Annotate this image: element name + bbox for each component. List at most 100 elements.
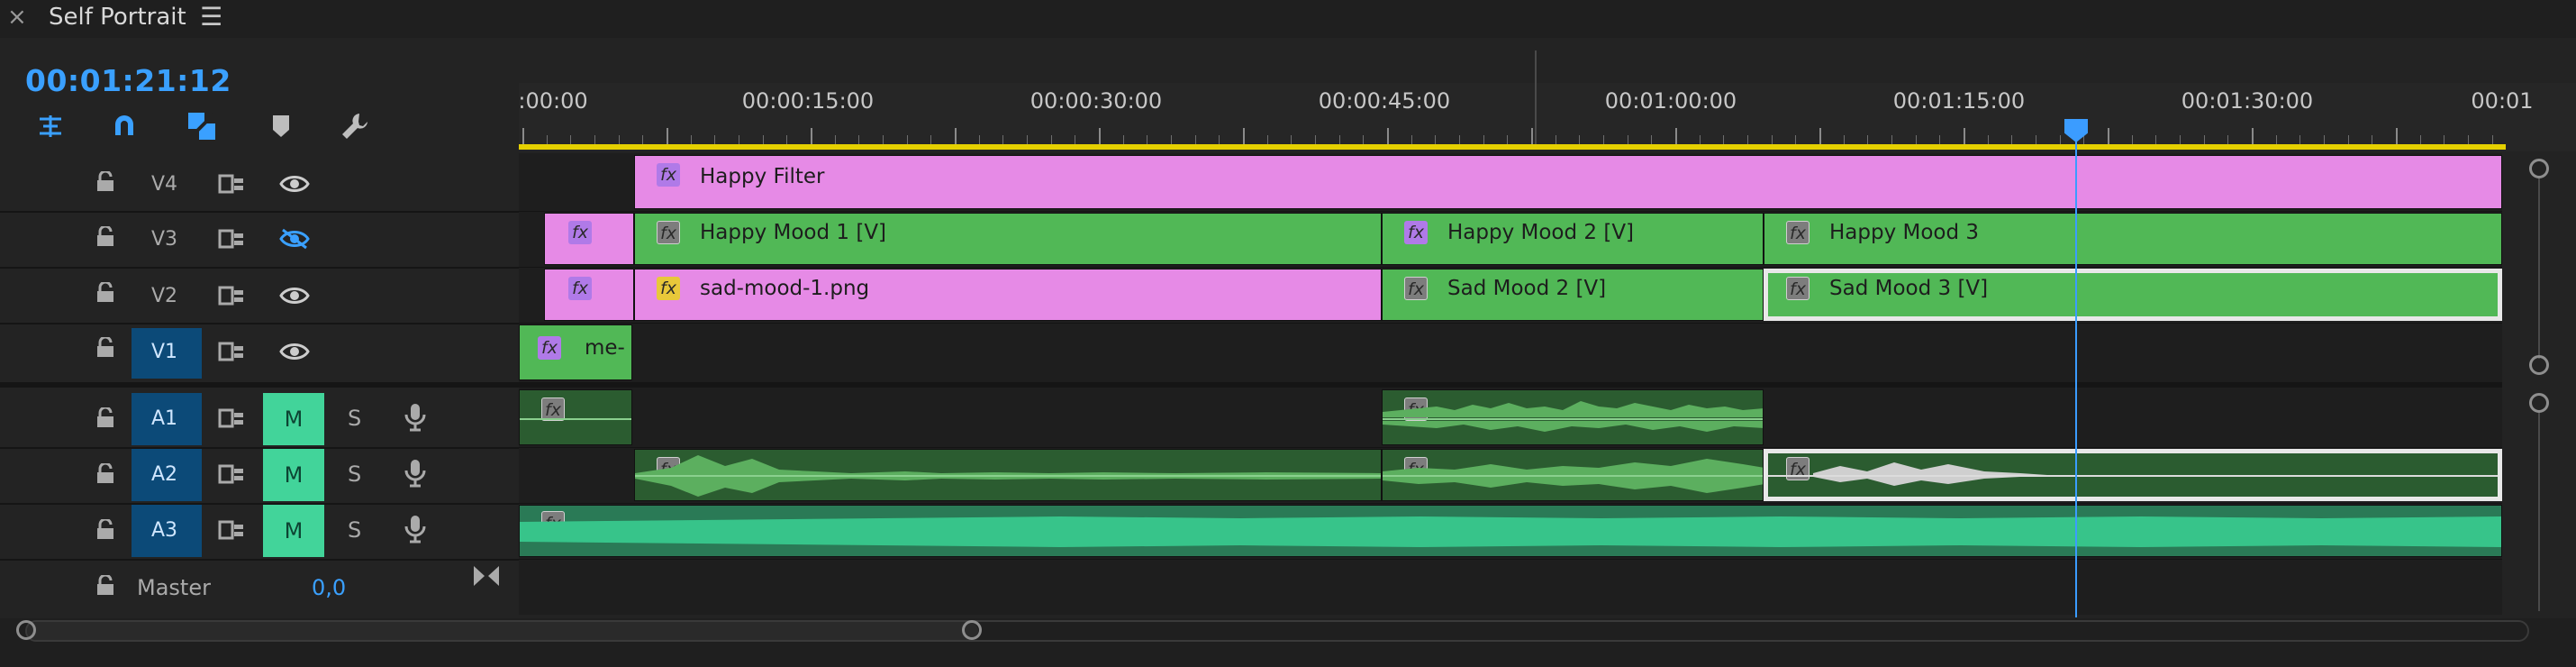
- ruler-tick: [547, 135, 548, 144]
- sync-lock-icon[interactable]: [218, 407, 245, 433]
- waveform: [635, 455, 1381, 497]
- solo-button-a1[interactable]: S: [348, 406, 361, 431]
- panel-menu-icon[interactable]: ☰: [200, 2, 222, 32]
- video-scroll-top-handle[interactable]: [2529, 159, 2549, 178]
- solo-button-a2[interactable]: S: [348, 461, 361, 487]
- close-tab-icon[interactable]: ×: [7, 4, 27, 31]
- track-name-v2[interactable]: V2: [151, 285, 177, 307]
- clip-happy-mood-2[interactable]: fx Happy Mood 2 [V]: [1382, 213, 1764, 265]
- waveform: [1813, 462, 2047, 486]
- horizontal-scroll-thumb[interactable]: [27, 622, 978, 640]
- lock-icon[interactable]: [95, 573, 115, 600]
- add-marker-icon[interactable]: [263, 108, 299, 144]
- playhead-line[interactable]: [2075, 126, 2077, 617]
- audio-clip-a2-2[interactable]: fx: [1382, 449, 1764, 501]
- sync-lock-icon[interactable]: [218, 341, 245, 366]
- ruler-tick: [1819, 128, 1821, 144]
- ruler-tick: [1459, 135, 1460, 144]
- ruler-tick: [2060, 135, 2061, 144]
- track-name-v1[interactable]: V1: [151, 341, 177, 363]
- lock-icon[interactable]: [95, 406, 115, 433]
- audio-clip-a1-1[interactable]: fx: [519, 389, 632, 445]
- mute-button-a3[interactable]: M: [263, 505, 324, 557]
- sync-lock-icon[interactable]: [218, 519, 245, 544]
- track-name-a1[interactable]: A1: [151, 407, 177, 430]
- mute-button-a1[interactable]: M: [263, 393, 324, 445]
- lock-icon[interactable]: [95, 335, 115, 362]
- audio-clip-a2-1[interactable]: fx: [634, 449, 1382, 501]
- master-toggle-icon[interactable]: [472, 564, 501, 591]
- snap-insert-icon[interactable]: [32, 108, 68, 144]
- lock-icon[interactable]: [95, 280, 115, 307]
- lock-icon[interactable]: [95, 169, 115, 196]
- clip-label: Happy Filter: [700, 165, 825, 188]
- eye-icon[interactable]: [279, 173, 310, 198]
- master-volume-value[interactable]: 0,0: [312, 575, 346, 600]
- scroll-left-handle[interactable]: [16, 620, 36, 640]
- clip-happy-mood-3[interactable]: fx Happy Mood 3: [1764, 213, 2502, 265]
- solo-button-a3[interactable]: S: [348, 517, 361, 543]
- ruler-label: 00:01:30:00: [2181, 88, 2314, 114]
- sync-lock-icon[interactable]: [218, 228, 245, 253]
- clip-label: me-: [585, 336, 625, 360]
- linked-selection-icon[interactable]: [184, 108, 220, 144]
- microphone-icon[interactable]: [404, 514, 427, 548]
- microphone-icon[interactable]: [404, 402, 427, 436]
- ruler-tick: [1435, 135, 1436, 144]
- eye-icon[interactable]: [279, 285, 310, 310]
- audio-scroll-track[interactable]: [2538, 413, 2540, 611]
- magnet-icon[interactable]: [106, 108, 142, 144]
- sequence-tab-title[interactable]: Self Portrait: [49, 4, 186, 31]
- playhead-timecode[interactable]: 00:01:21:12: [25, 63, 231, 98]
- video-scroll-track[interactable]: [2538, 178, 2540, 359]
- track-name-v4[interactable]: V4: [151, 173, 177, 196]
- wrench-icon[interactable]: [337, 108, 373, 144]
- clip-v3-small[interactable]: fx: [544, 213, 634, 265]
- ruler-tick: [907, 135, 908, 144]
- sync-lock-icon[interactable]: [218, 285, 245, 310]
- clip-sad-mood-png[interactable]: fx sad-mood-1.png: [634, 269, 1382, 321]
- lock-icon[interactable]: [95, 517, 115, 544]
- work-area-bar[interactable]: [519, 144, 2506, 150]
- fx-badge: fx: [1404, 277, 1428, 300]
- track-separator: [0, 267, 519, 269]
- audio-clip-a3[interactable]: fx: [519, 505, 2502, 557]
- audio-clip-a2-3-selected[interactable]: fx: [1764, 449, 2502, 501]
- lock-icon[interactable]: [95, 224, 115, 251]
- audio-clip-a1-2[interactable]: fx: [1382, 389, 1764, 445]
- track-name-v3[interactable]: V3: [151, 228, 177, 251]
- ruler-tick: [1964, 128, 1965, 144]
- ruler-tick: [1795, 135, 1796, 144]
- sync-lock-icon[interactable]: [218, 463, 245, 489]
- clip-sad-mood-3-selected[interactable]: fx Sad Mood 3 [V]: [1764, 269, 2502, 321]
- audio-scroll-top-handle[interactable]: [2529, 393, 2549, 413]
- clip-v1[interactable]: fx me-: [519, 324, 632, 380]
- ruler-tick: [2227, 135, 2228, 144]
- clip-happy-mood-1[interactable]: fx Happy Mood 1 [V]: [634, 213, 1382, 265]
- mute-button-a2[interactable]: M: [263, 449, 324, 501]
- microphone-icon[interactable]: [404, 458, 427, 492]
- ruler-label: 00:01: [2471, 88, 2534, 114]
- track-name-a2[interactable]: A2: [151, 463, 177, 486]
- sync-lock-icon[interactable]: [218, 173, 245, 198]
- ruler-tick: [1579, 135, 1580, 144]
- ruler-tick: [1891, 135, 1892, 144]
- eye-hidden-icon[interactable]: [279, 228, 310, 253]
- clip-sad-mood-2[interactable]: fx Sad Mood 2 [V]: [1382, 269, 1764, 321]
- clip-v2-small[interactable]: fx: [544, 269, 634, 321]
- ruler-tick: [1387, 128, 1389, 144]
- video-scroll-bottom-handle[interactable]: [2529, 355, 2549, 375]
- ruler-tick: [1603, 135, 1604, 144]
- ruler-tick: [2180, 135, 2181, 144]
- fx-badge: fx: [568, 277, 592, 300]
- ruler-tick: [1867, 135, 1868, 144]
- lane-line: [519, 503, 2502, 504]
- scroll-right-handle[interactable]: [962, 620, 982, 640]
- track-name-a3[interactable]: A3: [151, 519, 177, 542]
- lock-icon[interactable]: [95, 461, 115, 489]
- ruler-tick: [1291, 135, 1292, 144]
- eye-icon[interactable]: [279, 341, 310, 366]
- clip-happy-filter[interactable]: fx Happy Filter: [634, 155, 2502, 209]
- ruler-label: 00:00:45:00: [1318, 88, 1451, 114]
- ruler-tick: [2276, 135, 2277, 144]
